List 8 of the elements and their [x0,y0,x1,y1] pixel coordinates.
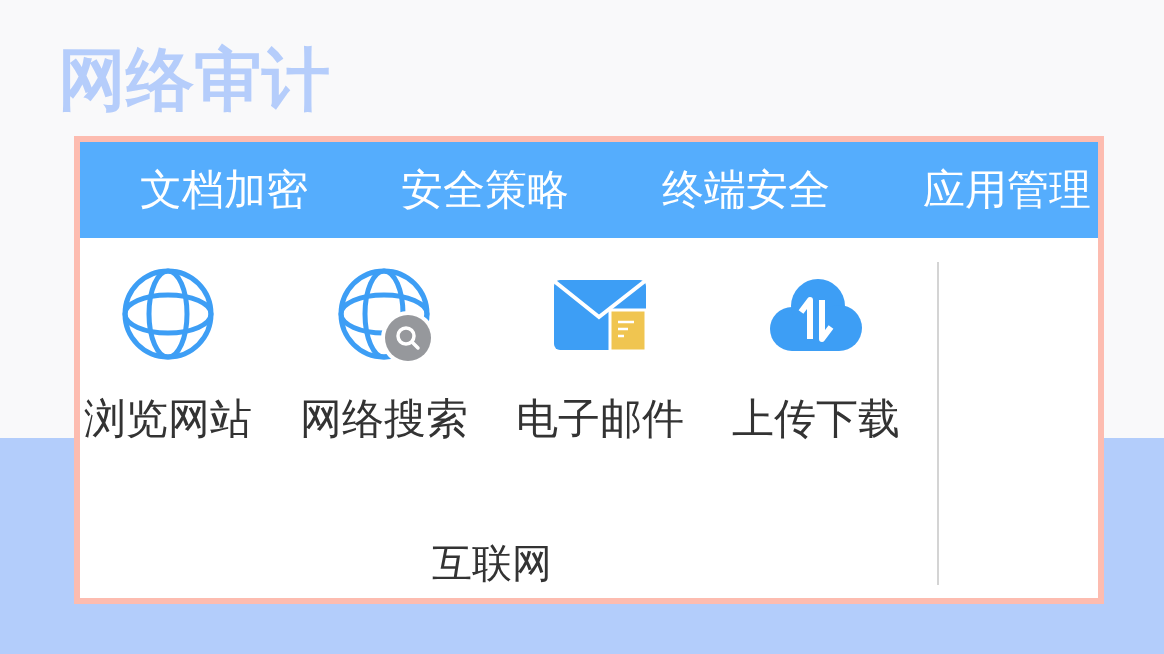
globe-magnifier-icon [336,266,432,362]
ribbon-button[interactable]: 浏览网站 [82,238,254,440]
group-label: 互联网 [432,543,552,583]
ribbon-button[interactable]: 上传下载 [730,238,902,440]
ribbon-button[interactable]: 电子邮件 [514,238,686,440]
page-title: 网络审计 [58,46,330,114]
ribbon-button[interactable]: 网络搜索 [298,238,470,440]
globe-icon [120,266,216,362]
